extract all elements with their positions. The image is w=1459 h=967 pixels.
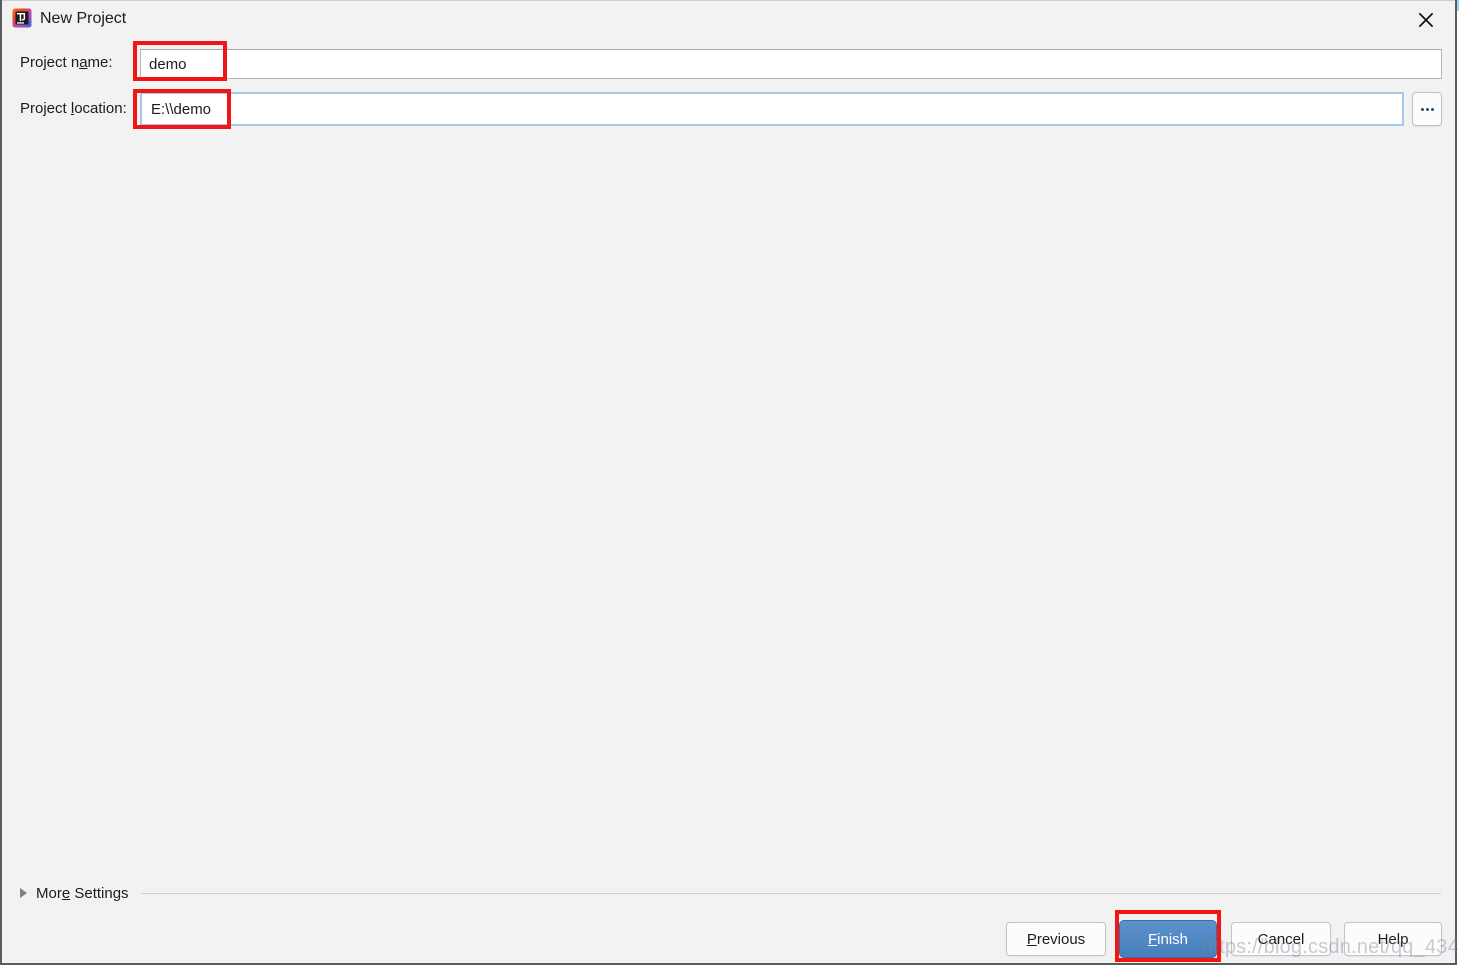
project-location-label: Project location:: [20, 100, 127, 117]
intellij-idea-icon: [11, 7, 33, 29]
cancel-button[interactable]: Cancel: [1231, 922, 1331, 956]
browse-folder-button[interactable]: [1412, 92, 1442, 126]
project-name-row: Project name:: [2, 46, 1455, 80]
more-settings-label: More Settings: [36, 884, 129, 902]
previous-button[interactable]: Previous: [1006, 922, 1106, 956]
screen-root: 59 北京发生工作: [0, 0, 1459, 967]
project-location-row: Project location:: [2, 92, 1455, 126]
project-location-field-wrapper: [140, 92, 1404, 126]
more-settings-toggle[interactable]: More Settings: [20, 880, 1441, 906]
project-name-input[interactable]: [140, 49, 1442, 79]
finish-button[interactable]: Finish: [1119, 920, 1217, 958]
ellipsis-icon: [1420, 107, 1434, 111]
help-button[interactable]: Help: [1344, 922, 1442, 956]
project-name-label: Project name:: [20, 54, 113, 71]
dialog-title: New Project: [40, 10, 127, 27]
new-project-dialog: New Project Project name: Project locati…: [0, 0, 1459, 965]
project-location-input[interactable]: [142, 94, 1402, 124]
more-settings-separator: [140, 892, 1441, 894]
close-icon[interactable]: [1409, 5, 1443, 35]
dialog-titlebar: New Project: [2, 0, 1455, 38]
triangle-right-icon: [20, 888, 27, 898]
